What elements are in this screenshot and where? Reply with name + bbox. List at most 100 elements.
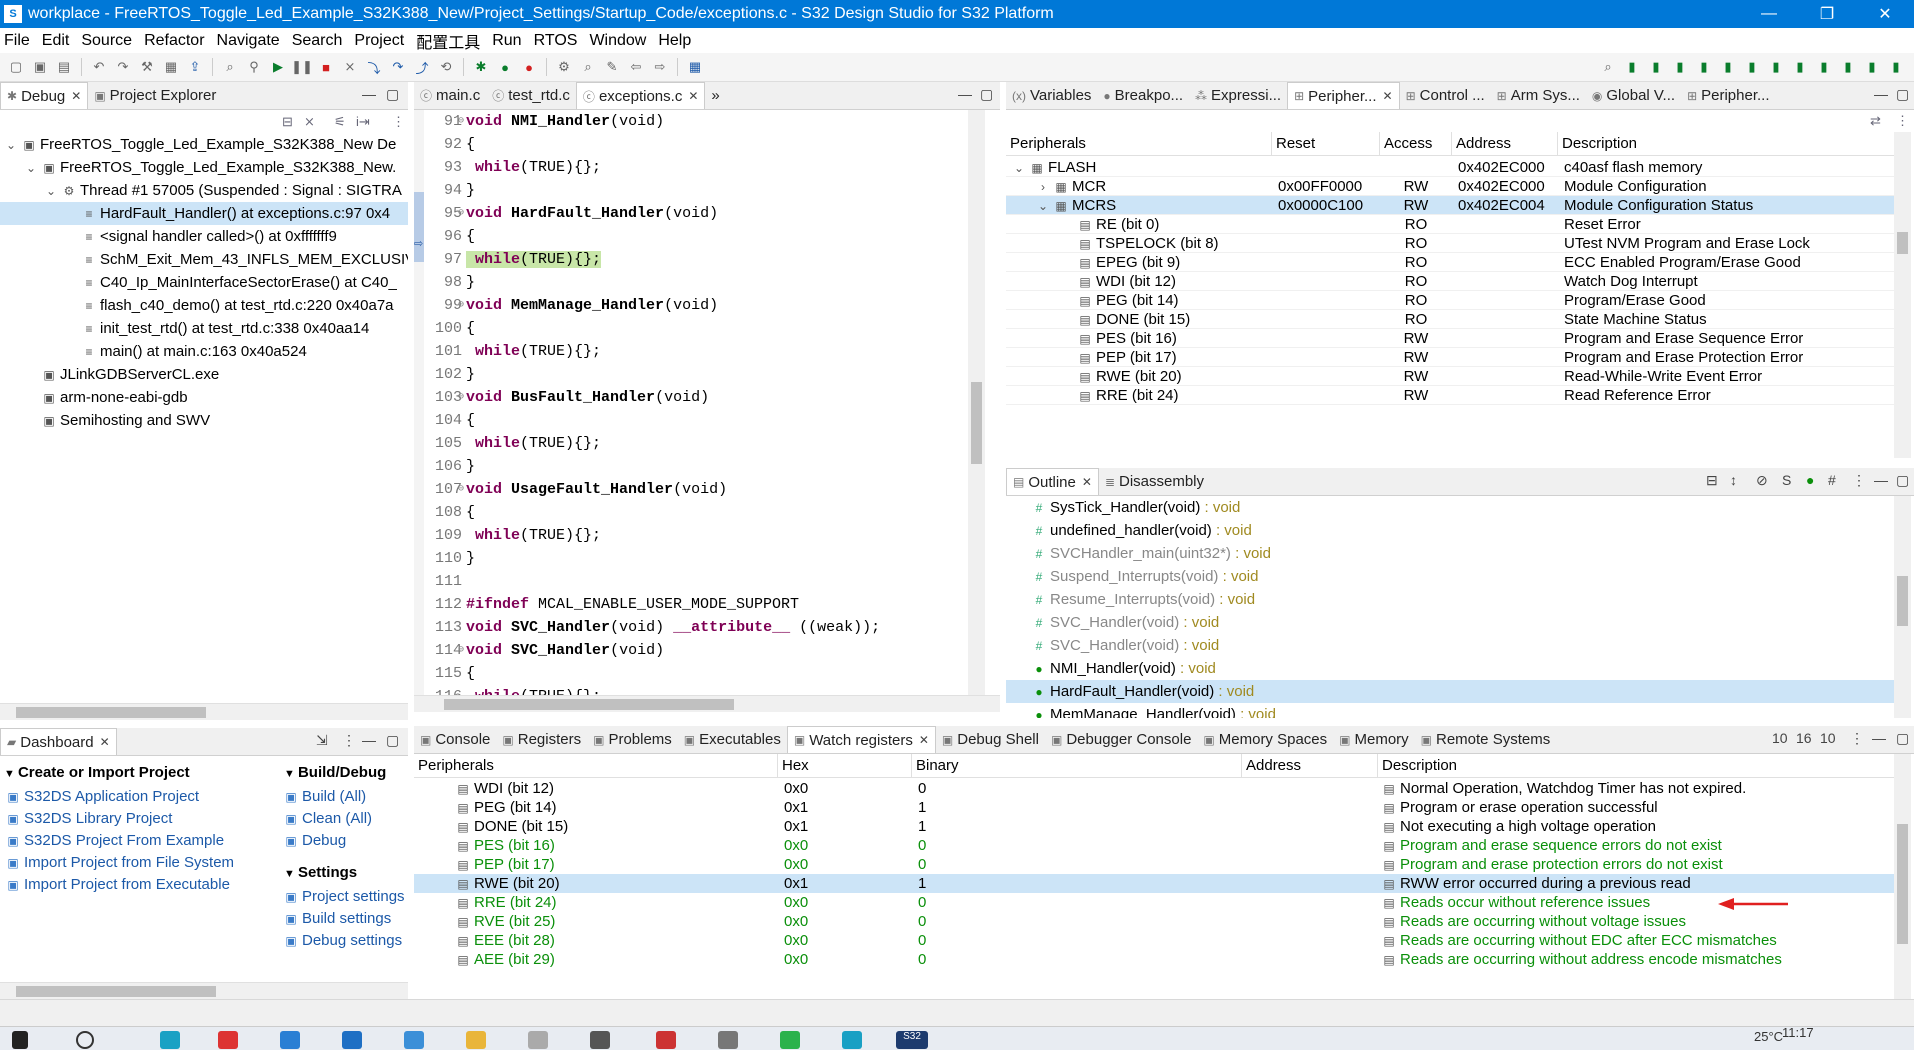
remove-terminated-icon[interactable]: ⨯ — [304, 114, 315, 130]
col-address[interactable]: Address — [1242, 754, 1378, 777]
debug-tree-item[interactable]: ≡ <signal handler called>() at 0xfffffff9 — [0, 225, 408, 248]
maximize-panel-icon[interactable]: ▢ — [980, 86, 993, 103]
taskbar-app-icon[interactable] — [404, 1031, 424, 1049]
step-filter-icon[interactable]: ⚟ — [334, 114, 346, 130]
redo-icon[interactable]: ↷ — [113, 57, 133, 77]
close-icon[interactable]: ✕ — [100, 735, 110, 749]
tab-project-explorer[interactable]: ▣ Project Explorer — [88, 82, 222, 109]
outline-item[interactable]: # Resume_Interrupts(void) : void — [1006, 588, 1894, 611]
tab-executables[interactable]: ▣ Executables — [678, 726, 787, 753]
minimize-button[interactable]: — — [1740, 5, 1798, 23]
collapse-all-icon[interactable]: ⊟ — [282, 114, 293, 130]
col-peripherals[interactable]: Peripherals — [414, 754, 778, 777]
menu-7[interactable]: 配置工具 — [416, 29, 488, 53]
expand-icon[interactable]: ⌄ — [24, 157, 38, 180]
minimize-panel-icon[interactable]: — — [1872, 730, 1886, 746]
search-icon[interactable] — [76, 1031, 94, 1049]
close-button[interactable]: ✕ — [1856, 4, 1914, 24]
dashboard-link[interactable]: ▣ Build settings — [284, 910, 408, 932]
expand-icon[interactable]: ⌄ — [1036, 197, 1050, 216]
watch-register-row[interactable]: ▤ PEP (bit 17) 0x0 0 ▤ Program and erase prot… — [414, 855, 1894, 874]
save-all-icon[interactable]: ▤ — [54, 57, 74, 77]
expand-icon[interactable]: › — [1036, 178, 1050, 197]
tab-overflow[interactable]: » — [705, 82, 725, 109]
search-icon[interactable]: ⌕ — [220, 57, 240, 77]
ext-tools-icon[interactable]: ⚙ — [554, 57, 574, 77]
tab-disassembly[interactable]: ≣ Disassembly — [1099, 468, 1210, 495]
search-icon[interactable]: ⌕ — [578, 57, 598, 77]
debug-tree-item[interactable]: ▣ JLinkGDBServerCL.exe — [0, 363, 408, 386]
step-into-icon[interactable]: ⤵ — [364, 57, 384, 77]
maximize-panel-icon[interactable]: ▢ — [1896, 730, 1909, 747]
group-icon[interactable]: # — [1828, 472, 1836, 488]
col-description[interactable]: Description — [1378, 754, 1894, 777]
menu-8[interactable]: Run — [492, 32, 529, 50]
peripheral-row[interactable]: ▤ EPEG (bit 9) RO ECC Enabled Program/Erase… — [1006, 253, 1894, 272]
tab-global-variables[interactable]: ◉ Global V... — [1586, 82, 1681, 109]
pin-icon[interactable]: ⇄ — [1870, 113, 1881, 129]
tab-expressions[interactable]: ⁂ Expressi... — [1189, 82, 1287, 109]
dashboard-link[interactable]: ▣ Import Project from Executable — [6, 876, 276, 898]
taskbar-app-icon[interactable] — [718, 1031, 738, 1049]
tab-peripherals[interactable]: ⊞ Peripher... ✕ — [1287, 82, 1400, 109]
watch-register-row[interactable]: ▤ RWE (bit 20) 0x1 1 ▤ RWW error occurred dur… — [414, 874, 1894, 893]
col-description[interactable]: Description — [1558, 132, 1894, 155]
deploy-icon[interactable]: ⇪ — [185, 57, 205, 77]
peripheral-row[interactable]: ▤ TSPELOCK (bit 8) RO UTest NVM Program and… — [1006, 234, 1894, 253]
instruction-step-icon[interactable]: i⇥ — [356, 114, 370, 130]
menu-4[interactable]: Navigate — [217, 32, 288, 50]
tab-memory-spaces[interactable]: ▣ Memory Spaces — [1197, 726, 1333, 753]
outline-item[interactable]: # undefined_handler(void) : void — [1006, 519, 1894, 542]
col-access[interactable]: Access — [1380, 132, 1452, 155]
sort-icon[interactable]: ↕ — [1730, 472, 1737, 488]
expand-icon[interactable]: ⌄ — [1012, 159, 1026, 178]
run-config-icon[interactable]: ● — [519, 57, 539, 77]
s32-taskbar-icon[interactable]: S32 — [896, 1031, 928, 1049]
watch-register-row[interactable]: ▤ RVE (bit 25) 0x0 0 ▤ Reads are occurring wi… — [414, 912, 1894, 931]
expand-icon[interactable]: ⌄ — [44, 180, 58, 203]
hide-fields-icon[interactable]: ⊘ — [1756, 472, 1768, 489]
editor-vscroll[interactable] — [968, 110, 985, 695]
debug-tree-item[interactable]: ⌄ ▣ FreeRTOS_Toggle_Led_Example_S32K388_Ne… — [0, 156, 408, 179]
menu-10[interactable]: Window — [589, 32, 654, 50]
peripheral-row[interactable]: ▤ PES (bit 16) RW Program and Erase Sequenc… — [1006, 329, 1894, 348]
menu-1[interactable]: Edit — [42, 32, 78, 50]
outline-item[interactable]: # Suspend_Interrupts(void) : void — [1006, 565, 1894, 588]
bin-format-icon[interactable]: 10 — [1820, 730, 1836, 746]
peripheral-row[interactable]: ▤ PEG (bit 14) RO Program/Erase Good — [1006, 291, 1894, 310]
dashboard-link[interactable]: ▣ Build (All) — [284, 788, 408, 810]
debug-icon[interactable]: ✱ — [471, 57, 491, 77]
persp-peripherals-icon[interactable]: ▮ — [1670, 57, 1690, 77]
persp-config-icon[interactable]: ▮ — [1766, 57, 1786, 77]
col-binary[interactable]: Binary — [912, 754, 1242, 777]
tab-main-c[interactable]: ⓒ main.c — [414, 82, 486, 109]
persp-memory-icon[interactable]: ▮ — [1718, 57, 1738, 77]
debug-tree-item[interactable]: ≡ SchM_Exit_Mem_43_INFLS_MEM_EXCLUSIV — [0, 248, 408, 271]
peripheral-row[interactable]: ▤ RRE (bit 24) RW Read Reference Error — [1006, 386, 1894, 405]
expand-icon[interactable]: ⌄ — [4, 134, 18, 157]
peripheral-row[interactable]: ⌄ ▦ FLASH 0x402EC000 c40asf flash memory — [1006, 158, 1894, 177]
maximize-button[interactable]: ❐ — [1798, 4, 1856, 24]
maximize-panel-icon[interactable]: ▢ — [386, 732, 399, 749]
folder-icon[interactable] — [466, 1031, 486, 1049]
menu-0[interactable]: File — [4, 32, 38, 50]
debug-tree-item[interactable]: ≡ main() at main.c:163 0x40a524 — [0, 340, 408, 363]
col-hex[interactable]: Hex — [778, 754, 912, 777]
minimize-panel-icon[interactable]: — — [362, 86, 376, 102]
tab-problems[interactable]: ▣ Problems — [587, 726, 678, 753]
close-icon[interactable]: ✕ — [688, 89, 698, 103]
minimize-panel-icon[interactable]: — — [362, 732, 376, 748]
dashboard-link[interactable]: ▣ Import Project from File System — [6, 854, 276, 876]
step-over-icon[interactable]: ↷ — [388, 57, 408, 77]
outline-item[interactable]: ● HardFault_Handler(void) : void — [1006, 680, 1894, 703]
debug-tree-item[interactable]: ▣ Semihosting and SWV — [0, 409, 408, 432]
debug-tree-item[interactable]: ≡ flash_c40_demo() at test_rtd.c:220 0x40… — [0, 294, 408, 317]
persp-peripheral2-icon[interactable]: ▮ — [1838, 57, 1858, 77]
taskbar-app-icon[interactable] — [590, 1031, 610, 1049]
watch-register-row[interactable]: ▤ WDI (bit 12) 0x0 0 ▤ Normal Operation, Watc… — [414, 779, 1894, 798]
tab-debug[interactable]: ✱ Debug ✕ — [0, 82, 89, 109]
maximize-panel-icon[interactable]: ▢ — [386, 86, 399, 103]
tab-peripherals-2[interactable]: ⊞ Peripher... — [1681, 82, 1775, 109]
close-icon[interactable]: ✕ — [919, 733, 929, 747]
tab-breakpoints[interactable]: ● Breakpo... — [1097, 82, 1189, 109]
